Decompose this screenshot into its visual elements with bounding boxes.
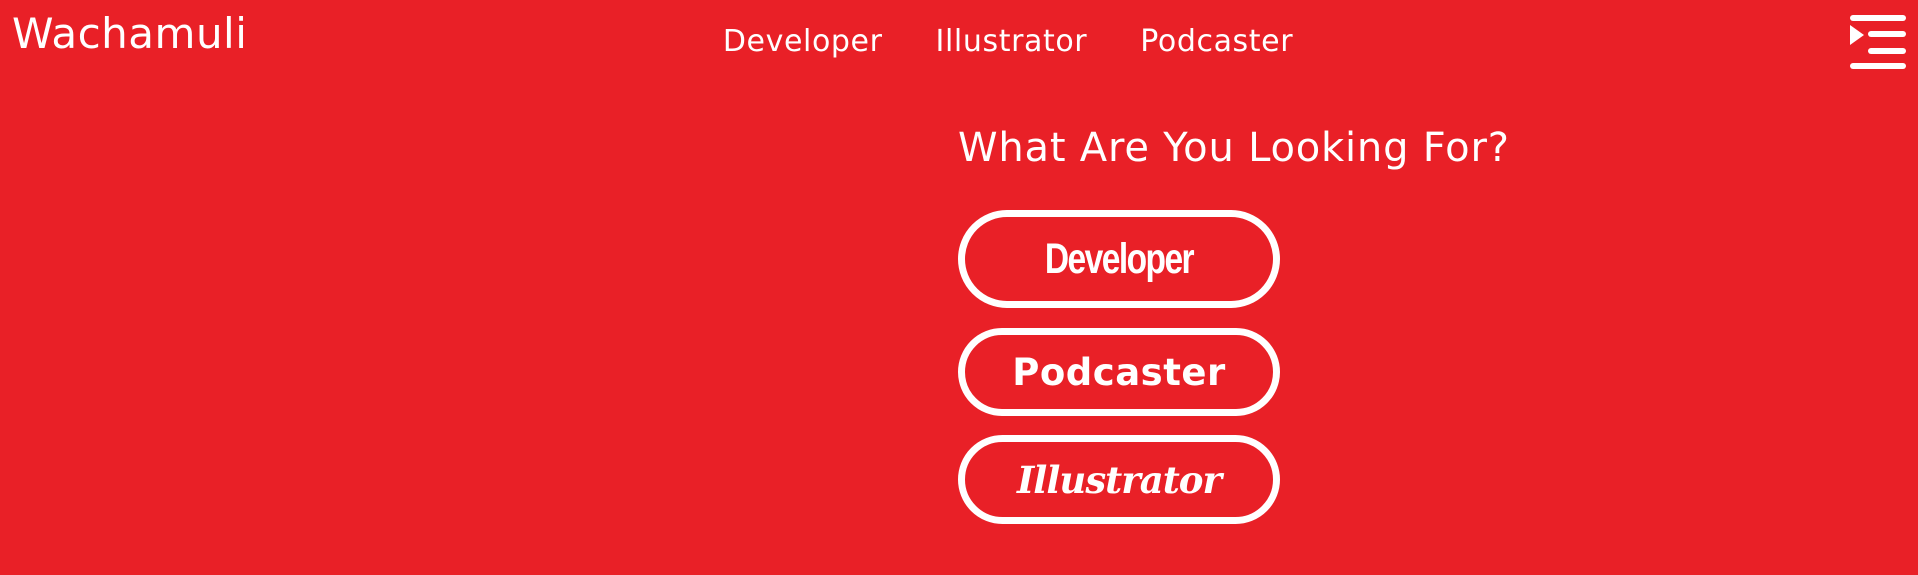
developer-choice-label: Developer [1044,234,1195,283]
nav-link-illustrator[interactable]: Illustrator [936,18,1088,66]
page-heading: What Are You Looking For? [958,125,1510,171]
developer-choice-button[interactable]: Developer [958,210,1280,308]
podcaster-choice-label: Podcaster [1012,350,1226,394]
top-navigation: Developer Illustrator Podcaster [0,18,1918,66]
illustrator-choice-button[interactable]: Illustrator [958,435,1280,524]
illustrator-choice-label: Illustrator [1017,457,1222,502]
menu-toggle-button[interactable] [1850,15,1906,71]
podcaster-choice-button[interactable]: Podcaster [958,328,1280,416]
menu-expand-icon [1850,15,1906,69]
nav-link-podcaster[interactable]: Podcaster [1140,18,1293,66]
nav-link-developer[interactable]: Developer [723,18,883,66]
